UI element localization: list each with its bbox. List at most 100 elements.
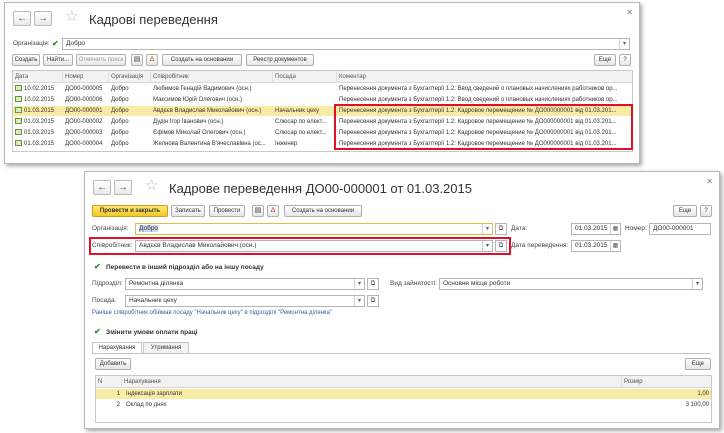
grid-column-size[interactable]: Розмір bbox=[622, 376, 711, 388]
table-row-selected[interactable]: 1 Індексація зарплати 1,00 bbox=[96, 389, 711, 399]
forward-button[interactable]: → bbox=[34, 11, 52, 26]
table-row[interactable]: 2 Оклад по днях 3 100,00 bbox=[96, 400, 711, 410]
org-label: Організація: bbox=[92, 225, 129, 232]
print-settings-icon[interactable]: ▤ bbox=[252, 205, 264, 217]
row-number: ДО00-000005 bbox=[65, 86, 103, 92]
save-button[interactable]: Записать bbox=[171, 205, 205, 217]
dropdown-arrow-icon[interactable]: ▾ bbox=[482, 224, 492, 234]
transfer-date-label: Дата переведення: bbox=[511, 242, 569, 249]
row-date: 01.03.2015 bbox=[24, 130, 55, 136]
column-header-position[interactable]: Посада bbox=[273, 71, 337, 83]
column-header-date[interactable]: Дата bbox=[13, 71, 63, 83]
table-row[interactable]: 10.02.2015 ДО00-000005 Добро Любимов Ген… bbox=[13, 84, 632, 94]
tab-divider bbox=[92, 353, 711, 354]
row-employee: Дудін Ігор Іванович (осн.) bbox=[153, 119, 224, 125]
org-filter-value: Добро bbox=[66, 40, 86, 47]
org-filter-field[interactable]: Добро ▾ bbox=[62, 38, 630, 50]
more-button-grid[interactable]: Еще bbox=[685, 358, 711, 370]
pay-conditions-label: Змінити умови оплати праці bbox=[106, 329, 198, 336]
add-button[interactable]: Добавить bbox=[95, 358, 131, 370]
dropdown-arrow-icon[interactable]: ▾ bbox=[354, 296, 364, 306]
forward-button[interactable]: → bbox=[114, 180, 132, 195]
help-button[interactable]: ? bbox=[619, 54, 631, 66]
row-employee: Желнова Валентина В'ячеславівна (ос... bbox=[153, 141, 266, 147]
open-org-icon[interactable]: ⧉ bbox=[495, 223, 507, 235]
row-org: Добро bbox=[111, 86, 129, 92]
list-settings-icon[interactable]: ▤ bbox=[131, 54, 143, 66]
create-based-on-button[interactable]: Создать на основании bbox=[284, 205, 362, 217]
grid-row-size: 1,00 bbox=[697, 391, 709, 397]
row-org: Добро bbox=[111, 108, 129, 114]
dropdown-arrow-icon[interactable]: ▾ bbox=[692, 279, 702, 289]
grid-column-accrual[interactable]: Нарахування bbox=[122, 376, 622, 388]
back-button[interactable]: ← bbox=[13, 11, 31, 26]
dt-kt-icon[interactable]: ∆ bbox=[146, 54, 158, 66]
grid-row-size: 3 100,00 bbox=[685, 402, 709, 408]
column-header-employee[interactable]: Співробітник bbox=[151, 71, 273, 83]
transfer-date-value: 01.03.2015 bbox=[575, 242, 608, 249]
pay-conditions-checkbox[interactable]: ✔ bbox=[94, 328, 102, 336]
column-header-comment[interactable]: Коментар bbox=[337, 71, 632, 83]
employment-type-label: Вид зайнятості: bbox=[390, 280, 437, 287]
grid-row-accrual: Індексація зарплати bbox=[126, 391, 183, 397]
document-form-window: ← → ☆ Кадрове переведення ДО00-000001 от… bbox=[84, 171, 720, 429]
grid-row-n: 2 bbox=[116, 402, 120, 408]
column-header-number[interactable]: Номер bbox=[63, 71, 109, 83]
tab-deductions[interactable]: Утримання bbox=[143, 342, 189, 353]
close-icon[interactable]: ✕ bbox=[706, 177, 713, 186]
org-field[interactable]: Добро ▾ bbox=[135, 223, 493, 235]
position-label: Посада: bbox=[92, 297, 117, 304]
row-employee: Максимов Юрій Олегович (осн.) bbox=[153, 97, 242, 103]
row-position: Начальник цеху bbox=[275, 108, 320, 114]
row-date: 10.02.2015 bbox=[24, 97, 55, 103]
list-titlebar: ← → ☆ Кадрові переведення ✕ bbox=[5, 3, 639, 33]
post-button[interactable]: Провести bbox=[209, 205, 245, 217]
document-icon bbox=[15, 96, 22, 103]
close-icon[interactable]: ✕ bbox=[626, 8, 633, 17]
transfer-checkbox[interactable]: ✔ bbox=[94, 263, 102, 271]
org-filter-label: Організація: bbox=[13, 40, 50, 47]
create-based-on-button[interactable]: Создать на основании bbox=[162, 54, 242, 66]
create-button[interactable]: Создать bbox=[12, 54, 40, 66]
calendar-icon[interactable]: ▦ bbox=[610, 241, 620, 251]
open-position-icon[interactable]: ⧉ bbox=[367, 295, 379, 307]
more-button[interactable]: Еще bbox=[673, 205, 697, 217]
dt-kt-icon[interactable]: ∆ bbox=[267, 205, 279, 217]
dropdown-arrow-icon[interactable]: ▾ bbox=[354, 279, 364, 289]
grid-row-accrual: Оклад по днях bbox=[126, 402, 167, 408]
row-number: ДО00-000001 bbox=[65, 108, 103, 114]
grid-column-n[interactable]: N bbox=[96, 376, 122, 388]
date-field[interactable]: 01.03.2015 ▦ bbox=[571, 223, 621, 235]
row-position: Інженер bbox=[275, 141, 298, 147]
help-button[interactable]: ? bbox=[700, 205, 712, 217]
row-date: 01.03.2015 bbox=[24, 108, 55, 114]
dropdown-arrow-icon[interactable]: ▾ bbox=[619, 39, 629, 49]
documents-list-window: ← → ☆ Кадрові переведення ✕ Організація:… bbox=[4, 2, 640, 164]
favorite-star-icon[interactable]: ☆ bbox=[145, 178, 158, 194]
transfer-date-field[interactable]: 01.03.2015 ▦ bbox=[571, 240, 621, 252]
org-filter-checkbox[interactable]: ✔ bbox=[52, 40, 60, 48]
row-number: ДО00-000006 bbox=[65, 97, 103, 103]
org-value: Добро bbox=[139, 225, 159, 232]
calendar-icon[interactable]: ▦ bbox=[610, 224, 620, 234]
documents-registry-button[interactable]: Реестр документов bbox=[246, 54, 314, 66]
row-employee: Авдєєв Владислав Миколайович (осн.) bbox=[153, 108, 262, 114]
open-department-icon[interactable]: ⧉ bbox=[367, 278, 379, 290]
post-and-close-button[interactable]: Провести и закрыть bbox=[92, 205, 168, 217]
number-field[interactable]: ДО00-000001 bbox=[649, 223, 711, 235]
find-button[interactable]: Найти... bbox=[43, 54, 73, 66]
employment-type-field[interactable]: Основне місце роботи ▾ bbox=[439, 278, 703, 290]
document-icon bbox=[15, 129, 22, 136]
position-field[interactable]: Начальник цеху ▾ bbox=[125, 295, 365, 307]
favorite-star-icon[interactable]: ☆ bbox=[65, 9, 78, 25]
date-label: Дата: bbox=[511, 225, 528, 232]
back-button[interactable]: ← bbox=[93, 180, 111, 195]
department-field[interactable]: Ремонтна ділянка ▾ bbox=[125, 278, 365, 290]
column-header-org[interactable]: Організація bbox=[109, 71, 151, 83]
row-position bbox=[273, 84, 337, 94]
more-button[interactable]: Еще bbox=[594, 54, 616, 66]
comment-highlight-box bbox=[334, 104, 633, 150]
row-org: Добро bbox=[111, 141, 129, 147]
cancel-search-button[interactable]: Отменить поиск bbox=[76, 54, 126, 66]
table-header: Дата Номер Організація Співробітник Поса… bbox=[13, 71, 632, 83]
